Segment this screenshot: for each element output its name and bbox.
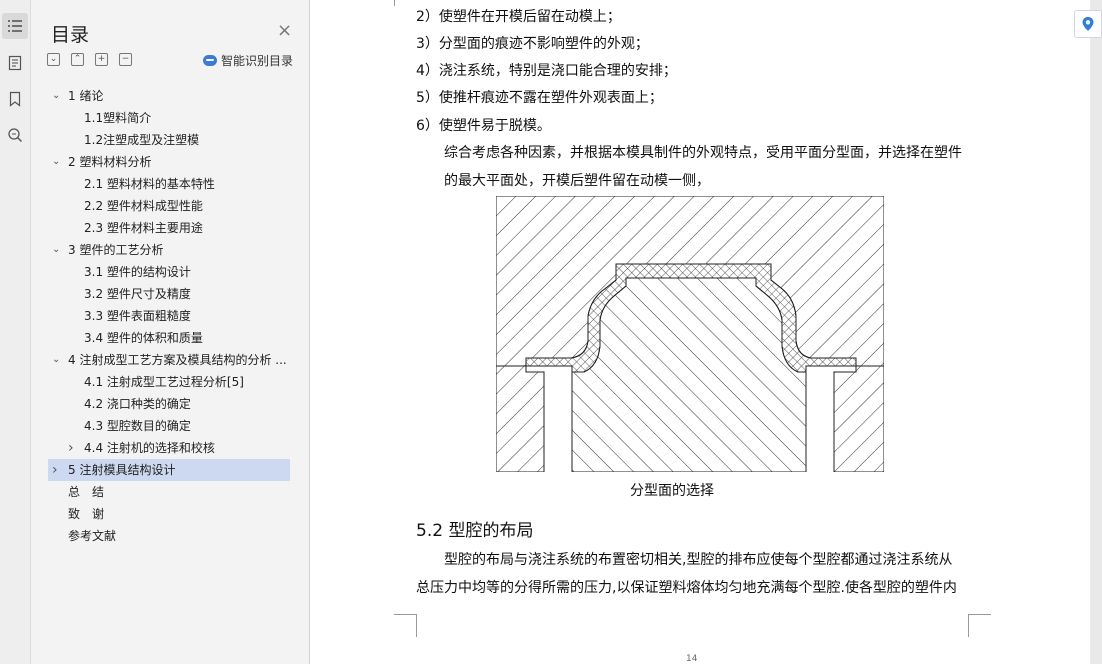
toc-item-label: 5 注射模具结构设计 [68,463,176,477]
toc-item-label: 2.1 塑料材料的基本特性 [84,177,215,191]
chevron-right-icon[interactable]: › [52,459,58,481]
toc-item[interactable]: 3.4 塑件的体积和质量 [48,327,290,349]
chevron-down-icon[interactable]: ⌄ [52,349,60,371]
figure-caption: 分型面的选择 [630,483,714,499]
toc-item-label: 4.2 浇口种类的确定 [84,397,191,411]
section-heading: 5.2 型腔的布局 [416,521,534,541]
toc-item[interactable]: 3.2 塑件尺寸及精度 [48,283,290,305]
chevron-right-icon[interactable]: › [68,437,74,459]
add-heading-icon[interactable]: + [95,53,108,66]
chevron-down-icon[interactable]: ⌄ [52,239,60,261]
toc-item-label: 1.1塑料简介 [84,111,152,125]
list-item: 5）使推杆痕迹不露在塑件外观表面上； [416,90,663,106]
toc-icon[interactable] [2,13,28,39]
toc-item[interactable]: 致 谢 [48,503,290,525]
toc-item[interactable]: ⌄ 4 注射成型工艺方案及模具结构的分析 ... [48,349,290,371]
toc-item[interactable]: 4.2 浇口种类的确定 [48,393,290,415]
toc-item-label: 总 结 [68,485,105,499]
collapse-all-icon[interactable]: ⌃ [71,53,84,66]
toc-item[interactable]: 总 结 [48,481,290,503]
page-number: 14 [686,654,698,664]
toc-item[interactable]: 1.2注塑成型及注塑模 [48,129,290,151]
toc-item[interactable]: ⌄ 1 绪论 [48,85,290,107]
parting-surface-figure [496,196,884,472]
toc-item-label: 4.4 注射机的选择和校核 [84,441,215,455]
toc-title: 目录 [51,24,90,46]
crop-mark [968,614,991,637]
toc-item[interactable]: 3.1 塑件的结构设计 [48,261,290,283]
toc-item-label: 4.1 注射成型工艺过程分析[5] [84,375,244,389]
toc-item[interactable]: 2.3 塑件材料主要用途 [48,217,290,239]
page-thumbnail-icon[interactable] [2,50,28,76]
toc-item[interactable]: ⌄ 2 塑料材料分析 [48,151,290,173]
document-page: 2）使塑件在开模后留在动模上； 3）分型面的痕迹不影响塑件的外观； 4）浇注系统… [310,0,1090,664]
toc-item[interactable]: 3.3 塑件表面粗糙度 [48,305,290,327]
expand-all-icon[interactable]: ⌄ [47,53,60,66]
chevron-down-icon[interactable]: ⌄ [52,85,60,107]
list-item: 2）使塑件在开模后留在动模上； [416,9,621,25]
chevron-down-icon[interactable]: ⌄ [52,151,60,173]
paragraph-line: 总压力中均等的分得所需的压力,以保证塑料熔体均匀地充满每个型腔.使各型腔的塑件内 [416,580,957,596]
toc-item[interactable]: 2.2 塑件材料成型性能 [48,195,290,217]
list-item: 3）分型面的痕迹不影响塑件的外观； [416,36,649,52]
smart-recognize-icon [203,55,217,66]
sidebar-rail [0,0,31,664]
toc-item-label: 4 注射成型工艺方案及模具结构的分析 ... [68,353,287,367]
close-icon[interactable]: × [277,22,292,40]
bookmark-icon[interactable] [2,86,28,112]
paragraph-line: 的最大平面处，开模后塑件留在动模一侧， [444,173,710,189]
paragraph-line: 综合考虑各种因素，并根据本模具制件的外观特点，受用平面分型面，并选择在塑件 [444,145,962,161]
toc-item[interactable]: 2.1 塑料材料的基本特性 [48,173,290,195]
toc-panel: 目录 × ⌄ ⌃ + − 智能识别目录 ⌄ 1 绪论 1.1塑料简介 1.2注塑成型及… [31,0,310,664]
toc-item-label: 3.2 塑件尺寸及精度 [84,287,191,301]
toc-item-label: 4.3 型腔数目的确定 [84,419,191,433]
smart-toc-label: 智能识别目录 [221,54,294,68]
location-pin-icon[interactable] [1074,10,1102,38]
list-item: 6）使塑件易于脱模。 [416,118,551,134]
toc-item[interactable]: 1.1塑料简介 [48,107,290,129]
toc-item[interactable]: ⌄ 3 塑件的工艺分析 [48,239,290,261]
toc-item-label: 3.4 塑件的体积和质量 [84,331,203,345]
toc-item[interactable]: › 5 注射模具结构设计 [48,459,290,481]
remove-heading-icon[interactable]: − [119,53,132,66]
toc-item-label: 3 塑件的工艺分析 [68,243,164,257]
toc-item-label: 2.2 塑件材料成型性能 [84,199,203,213]
toc-item[interactable]: › 4.4 注射机的选择和校核 [48,437,290,459]
toc-item-label: 2 塑料材料分析 [68,155,152,169]
paragraph-line: 型腔的布局与浇注系统的布置密切相关,型腔的排布应使每个型腔都通过浇注系统从 [444,552,953,568]
toc-item-label: 致 谢 [68,507,105,521]
toc-item[interactable]: 4.3 型腔数目的确定 [48,415,290,437]
toc-item-label: 3.3 塑件表面粗糙度 [84,309,191,323]
toc-item-label: 3.1 塑件的结构设计 [84,265,191,279]
toc-item[interactable]: 参考文献 [48,525,290,547]
list-item: 4）浇注系统，特别是浇口能合理的安排； [416,63,677,79]
crop-mark [394,0,417,6]
toc-item-label: 1.2注塑成型及注塑模 [84,133,200,147]
toc-item-label: 1 绪论 [68,89,104,103]
smart-toc-button[interactable]: 智能识别目录 [203,52,293,69]
search-icon[interactable] [2,122,28,148]
toc-item[interactable]: 4.1 注射成型工艺过程分析[5] [48,371,290,393]
crop-mark [394,614,417,637]
toc-item-label: 2.3 塑件材料主要用途 [84,221,203,235]
toc-item-label: 参考文献 [68,529,117,543]
document-area: 2）使塑件在开模后留在动模上； 3）分型面的痕迹不影响塑件的外观； 4）浇注系统… [310,0,1102,664]
